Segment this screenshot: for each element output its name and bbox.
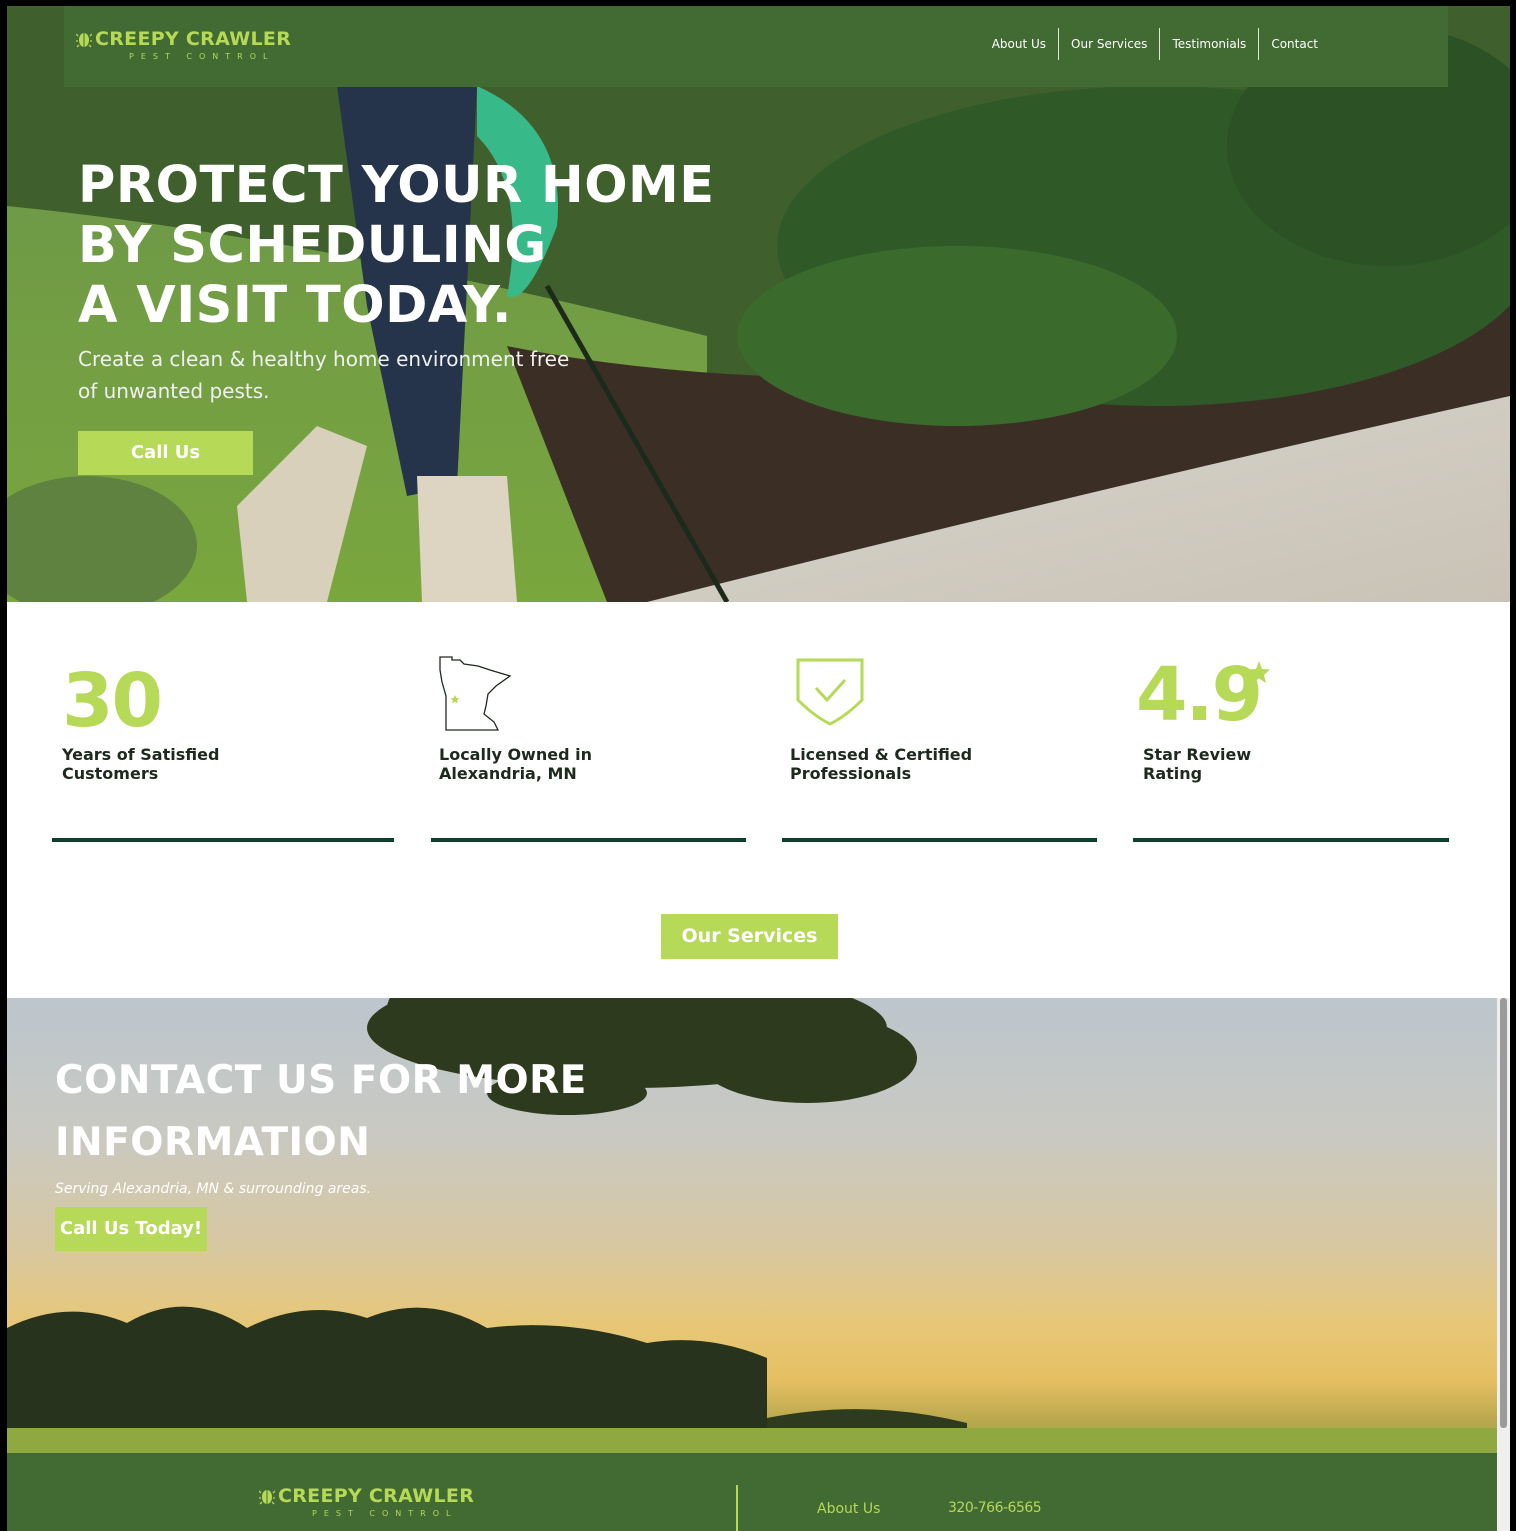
footer-divider — [736, 1485, 738, 1531]
bug-icon — [76, 33, 92, 48]
hero-headline-line-2: BY SCHEDULING — [78, 216, 547, 275]
stat-divider — [1133, 838, 1449, 842]
star-icon — [1248, 661, 1270, 683]
stats-section: 30 Years of Satisfied Customers Locally … — [7, 602, 1510, 998]
stat-locally-owned-label: Locally Owned in Alexandria, MN — [439, 745, 592, 783]
brand-tagline: PEST CONTROL — [312, 1509, 458, 1518]
minnesota-map-icon — [439, 656, 512, 731]
bug-icon — [259, 1490, 275, 1505]
nav-about-us[interactable]: About Us — [980, 28, 1058, 60]
hero-headline-line-3: A VISIT TODAY. — [78, 276, 512, 335]
stat-years-value: 30 — [62, 658, 163, 744]
stat-rating-label: Star Review Rating — [1143, 745, 1252, 783]
nav-our-services[interactable]: Our Services — [1058, 28, 1159, 60]
top-nav-bar: CREEPY CRAWLER PEST CONTROL About Us Our… — [64, 6, 1448, 87]
stat-divider — [52, 838, 394, 842]
service-area-text: Serving Alexandria, MN & surrounding are… — [55, 1181, 372, 1197]
contact-heading-line-2: INFORMATION — [55, 1120, 371, 1165]
shield-check-icon — [796, 658, 864, 726]
brand-tagline: PEST CONTROL — [129, 52, 275, 61]
hero-section: CREEPY CRAWLER PEST CONTROL About Us Our… — [7, 6, 1510, 602]
stat-divider — [431, 838, 746, 842]
contact-heading-line-1: CONTACT US FOR MORE — [55, 1058, 587, 1103]
call-us-today-button[interactable]: Call Us Today! — [55, 1207, 207, 1251]
contact-heading: CONTACT US FOR MORE INFORMATION — [55, 1050, 675, 1174]
stat-rating-value: 4.9 — [1136, 652, 1263, 738]
stat-licensed-label: Licensed & Certified Professionals — [790, 745, 973, 783]
nav-contact[interactable]: Contact — [1258, 28, 1330, 60]
contact-section: CONTACT US FOR MORE INFORMATION Serving … — [7, 998, 1497, 1453]
hero-headline-line-1: PROTECT YOUR HOME — [78, 156, 715, 215]
footer-link-about-us[interactable]: About Us — [817, 1501, 880, 1517]
scrollbar-thumb[interactable] — [1500, 998, 1507, 1428]
hero-headline: PROTECT YOUR HOME BY SCHEDULING A VISIT … — [78, 156, 758, 336]
hero-lead-text: Create a clean & healthy home environmen… — [78, 347, 570, 403]
brand-name: CREEPY CRAWLER — [278, 1485, 475, 1507]
our-services-button[interactable]: Our Services — [661, 914, 838, 959]
main-nav: About Us Our Services Testimonials Conta… — [980, 28, 1330, 60]
brand-name: CREEPY CRAWLER — [95, 28, 292, 50]
stat-years-label: Years of Satisfied Customers — [62, 745, 220, 783]
footer: CREEPY CRAWLER PEST CONTROL About Us 320… — [7, 1453, 1497, 1531]
call-us-button[interactable]: Call Us — [78, 431, 253, 475]
stat-divider — [782, 838, 1097, 842]
page: CREEPY CRAWLER PEST CONTROL About Us Our… — [7, 6, 1510, 1531]
footer-phone[interactable]: 320-766-6565 — [948, 1500, 1042, 1516]
nav-testimonials[interactable]: Testimonials — [1159, 28, 1258, 60]
scrollbar[interactable] — [1497, 998, 1510, 1531]
